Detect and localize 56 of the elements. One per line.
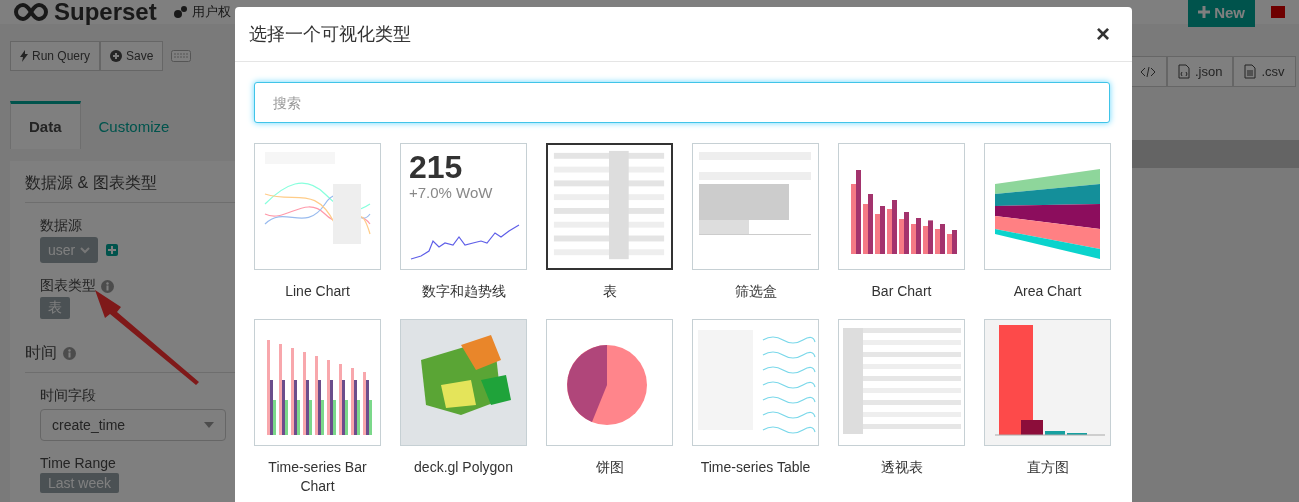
section-title: 时间 <box>25 343 57 363</box>
close-button[interactable]: × <box>1092 20 1114 48</box>
viz-type-label: 饼图 <box>595 458 624 477</box>
plus-icon <box>1198 6 1211 18</box>
viz-type-label: deck.gl Polygon <box>414 458 513 477</box>
search-field[interactable]: 搜索 <box>254 82 1110 123</box>
viz-type-option[interactable]: 215 +7.0% WoW 数字和趋势线 <box>400 143 527 301</box>
viz-type-label: Time-series Table <box>700 458 811 477</box>
modal-title: 选择一个可视化类型 <box>249 23 411 46</box>
keyboard-icon <box>171 50 192 62</box>
viz-type-option[interactable]: 表 <box>546 143 673 301</box>
viz-type-option[interactable]: Area Chart <box>984 143 1111 301</box>
export-button[interactable]: .json <box>1167 56 1234 87</box>
field-label: Time Range <box>40 455 116 471</box>
viz-type-option[interactable]: Line Chart <box>254 143 381 301</box>
viz-type-option[interactable]: Time-series Bar Chart <box>254 319 381 496</box>
section-title: 数据源 & 图表类型 <box>25 173 157 193</box>
field-label: 时间字段 <box>40 387 96 405</box>
field-label: 图表类型 <box>40 277 96 295</box>
run-query-button[interactable]: Run Query <box>10 41 101 71</box>
viz-type-option[interactable]: 饼图 <box>546 319 673 496</box>
viz-type-label: Bar Chart <box>871 282 932 301</box>
viz-type-option[interactable]: deck.gl Polygon <box>400 319 527 496</box>
viz-type-label: Line Chart <box>285 282 350 301</box>
viz-type-label: 表 <box>602 282 617 301</box>
viz-type-label: 数字和趋势线 <box>421 282 506 301</box>
viz-type-label: Area Chart <box>1013 282 1082 301</box>
viz-type-option[interactable]: 直方图 <box>984 319 1111 496</box>
viz-type-label: 直方图 <box>1026 458 1069 477</box>
viz-type-option[interactable]: 筛选盒 <box>692 143 819 301</box>
field-label: 数据源 <box>40 217 82 235</box>
viz-type-option[interactable]: Time-series Table <box>692 319 819 496</box>
viz-type-label: Time-series Bar Chart <box>267 458 368 496</box>
info-icon <box>101 279 114 293</box>
viz-type-option[interactable]: 透视表 <box>838 319 965 496</box>
file-code-icon <box>1178 64 1190 79</box>
brand-name[interactable]: Superset <box>54 0 157 26</box>
add-icon <box>106 244 119 256</box>
code-icon <box>1140 65 1156 78</box>
export-button[interactable]: .csv <box>1233 56 1296 87</box>
info-icon <box>63 347 76 360</box>
plus-circle-icon <box>110 50 123 62</box>
gears-icon <box>172 5 187 19</box>
big-number: 215 <box>409 150 464 184</box>
chevron-icon <box>80 246 91 254</box>
caret-icon <box>204 422 214 428</box>
file-text-icon <box>1244 64 1257 79</box>
change-text: +7.0% WoW <box>409 184 494 201</box>
viz-type-label: 透视表 <box>880 458 923 477</box>
bolt-icon <box>20 50 28 62</box>
viz-type-label: 筛选盒 <box>734 282 777 301</box>
select-field[interactable]: create_time <box>40 409 226 441</box>
viz-type-option[interactable]: Bar Chart <box>838 143 965 301</box>
save-button[interactable]: Save <box>100 41 164 71</box>
logo-icon <box>14 3 48 21</box>
tab[interactable]: Data <box>10 101 81 149</box>
